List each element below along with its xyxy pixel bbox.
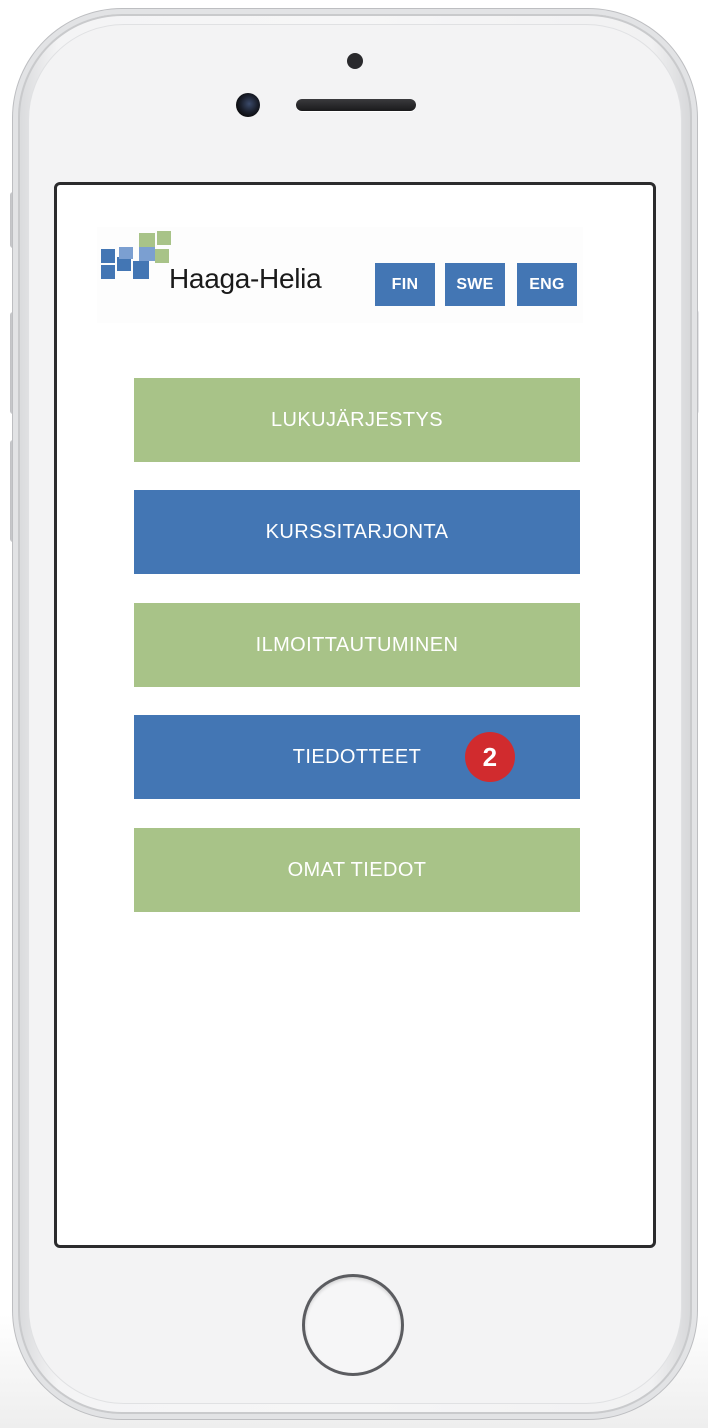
menu-item-label: TIEDOTTEET [292, 746, 422, 768]
menu-item-course-offering[interactable]: KURSSITARJONTA [134, 490, 580, 574]
front-camera-icon [236, 93, 260, 117]
device-frame: Haaga-Helia FIN SWE ENG LUKUJÄRJESTYS KU… [0, 0, 708, 1428]
app-screen: Haaga-Helia FIN SWE ENG LUKUJÄRJESTYS KU… [54, 182, 656, 1248]
haaga-helia-logo-icon [101, 231, 171, 279]
volume-up-button [10, 312, 18, 414]
brand-logo[interactable]: Haaga-Helia [97, 227, 327, 307]
menu-item-label: KURSSITARJONTA [265, 521, 449, 543]
menu-item-registration[interactable]: ILMOITTAUTUMINEN [134, 603, 580, 687]
app-header: Haaga-Helia FIN SWE ENG [97, 227, 583, 323]
brand-name: Haaga-Helia [169, 263, 322, 294]
menu-item-my-info[interactable]: OMAT TIEDOT [134, 828, 580, 912]
menu-item-label: ILMOITTAUTUMINEN [255, 634, 459, 656]
menu-item-announcements[interactable]: TIEDOTTEET 2 [134, 715, 580, 799]
menu-item-label: LUKUJÄRJESTYS [271, 409, 443, 431]
lang-swe-button[interactable]: SWE [445, 263, 505, 306]
lang-eng-button[interactable]: ENG [517, 263, 577, 306]
proximity-sensor [347, 53, 363, 69]
volume-down-button [10, 440, 18, 542]
menu-item-label: OMAT TIEDOT [287, 859, 427, 881]
home-button[interactable] [302, 1274, 404, 1376]
power-button [691, 310, 699, 414]
mute-switch [10, 192, 18, 248]
lang-fin-button[interactable]: FIN [375, 263, 435, 306]
earpiece-speaker [296, 99, 416, 111]
notification-badge: 2 [465, 732, 515, 782]
menu-item-timetable[interactable]: LUKUJÄRJESTYS [134, 378, 580, 462]
